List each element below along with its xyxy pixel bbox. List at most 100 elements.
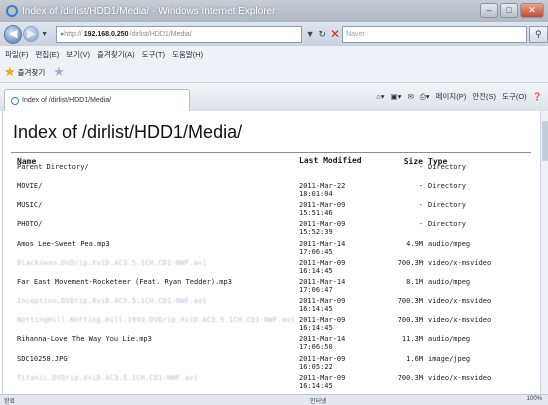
ie-logo-icon: [6, 5, 18, 17]
file-link[interactable]: SDC10258.JPG: [17, 355, 68, 363]
modified-time: 17:06:47: [299, 286, 333, 294]
page-title: Index of /dirlist/HDD1/Media/: [13, 122, 243, 142]
tab-current[interactable]: Index of /dirlist/HDD1/Media/: [4, 89, 190, 111]
zoom-level[interactable]: 100%: [527, 396, 542, 402]
security-zone: 인터넷: [310, 399, 327, 405]
type-cell: Directory: [428, 220, 466, 228]
address-host: 192.168.0.250: [83, 30, 129, 38]
file-link[interactable]: MOVIE/: [17, 182, 42, 190]
window-controls: – □ ✕: [480, 3, 544, 18]
modified-cell: 2011-Mar-09 15:51:46: [299, 201, 345, 217]
size-cell: 4.9M: [406, 240, 423, 248]
modified-date: 2011-Mar-14: [299, 335, 346, 343]
back-button[interactable]: ◀: [4, 24, 23, 44]
table-row: SDC10258.JPG 2011-Mar-09 16:05:22 1.6M image…: [17, 355, 537, 371]
type-cell: image/jpeg: [428, 355, 471, 363]
size-cell: -: [418, 220, 423, 228]
menu-view[interactable]: 보기(V): [66, 49, 90, 60]
tab-favicon-icon: [11, 96, 19, 105]
table-row: MOVIE/2011-Mar-22 18:01:04 - Directory: [17, 182, 537, 198]
add-favorite-icon[interactable]: ★: [53, 64, 65, 80]
modified-time: 15:51:46: [299, 209, 333, 217]
window-title: Index of /dirlist/HDD1/Media/ - Windows …: [22, 5, 276, 17]
vertical-scrollbar[interactable]: [540, 111, 548, 394]
modified-date: 2011-Mar-14: [299, 240, 346, 248]
modified-date: 2011-Mar-09: [299, 259, 346, 267]
modified-date: 2011-Mar-09: [299, 374, 346, 382]
address-row: ◀ ▶ ▼ ● http:// 192.168.0.250 /dirlist/H…: [0, 22, 548, 46]
table-row: PHOTO/2011-Mar-09 15:52:39 - Directory: [17, 220, 537, 236]
modified-cell: 2011-Mar-14 17:06:47: [299, 278, 345, 294]
tab-label: Index of /dirlist/HDD1/Media/: [22, 97, 112, 104]
address-bar[interactable]: ● http:// 192.168.0.250 /dirlist/HDD1/Me…: [56, 25, 302, 43]
page-menu[interactable]: 페이지(P): [436, 91, 467, 102]
file-link[interactable]: Inception.DVDrip.XviD.AC3.5.1CH.CD1-NWF.…: [17, 297, 207, 305]
size-cell: 1.6M: [406, 355, 423, 363]
size-cell: -: [418, 182, 423, 190]
modified-time: 17:06:45: [299, 248, 333, 256]
history-dropdown-icon[interactable]: ▼: [41, 31, 48, 38]
modified-time: 16:05:22: [299, 363, 333, 371]
type-cell: audio/mpeg: [428, 278, 471, 286]
forward-button[interactable]: ▶: [23, 26, 40, 42]
modified-cell: 2011-Mar-09 16:14:45: [299, 374, 345, 390]
print-icon[interactable]: ⎙▾: [420, 92, 430, 102]
stop-icon[interactable]: ✕: [330, 27, 340, 41]
favorites-star-icon[interactable]: ★: [4, 64, 16, 80]
address-path: /dirlist/HDD1/Media/: [129, 30, 192, 38]
modified-date: 2011-Mar-09: [299, 201, 346, 209]
page-content: Index of /dirlist/HDD1/Media/ Name Last …: [2, 111, 540, 394]
table-row: Amos Lee-Sweet Pea.mp3 2011-Mar-14 17:06:4…: [17, 240, 537, 256]
file-link[interactable]: Far East Movement-Rocketeer (Feat. Ryan …: [17, 278, 232, 286]
file-link[interactable]: Rihanna-Love The Way You Lie.mp3: [17, 335, 152, 343]
file-link[interactable]: Amos Lee-Sweet Pea.mp3: [17, 240, 110, 248]
type-cell: Directory: [428, 201, 466, 209]
address-scheme: http://: [64, 30, 82, 38]
type-cell: Directory: [428, 182, 466, 190]
modified-cell: 2011-Mar-09 16:14:45: [299, 297, 345, 313]
maximize-button[interactable]: □: [500, 3, 518, 18]
file-link[interactable]: Titanic.DVDrip.XviD.AC3.5.1CH.CD1-NWF.av…: [17, 374, 198, 382]
file-link[interactable]: NottingHill.Notting.Hill.1999.DVDrip.Xvi…: [17, 316, 295, 324]
modified-date: 2011-Mar-22: [299, 182, 346, 190]
help-icon[interactable]: ❓: [533, 92, 542, 101]
menu-edit[interactable]: 편집(E): [35, 49, 59, 60]
file-link[interactable]: MUSIC/: [17, 201, 42, 209]
refresh-icon[interactable]: ↻: [318, 29, 326, 40]
favorites-bar: ★ 즐겨찾기 ★: [0, 62, 548, 83]
scrollbar-thumb[interactable]: [542, 121, 548, 161]
type-cell: audio/mpeg: [428, 335, 471, 343]
modified-time: 16:14:45: [299, 382, 333, 390]
minimize-button[interactable]: –: [480, 3, 498, 18]
mail-icon[interactable]: ✉: [407, 92, 413, 101]
modified-cell: 2011-Mar-14 17:06:50: [299, 335, 345, 351]
file-link[interactable]: PHOTO/: [17, 220, 42, 228]
menu-file[interactable]: 파일(F): [5, 49, 28, 60]
favorites-button[interactable]: 즐겨찾기: [18, 67, 46, 78]
safety-menu[interactable]: 안전(S): [472, 91, 496, 102]
tools-menu[interactable]: 도구(O): [502, 91, 527, 102]
modified-cell: 2011-Mar-09 15:52:39: [299, 220, 345, 236]
type-cell: video/x-msvideo: [428, 374, 492, 382]
modified-cell: 2011-Mar-14 17:06:45: [299, 240, 345, 256]
search-icon[interactable]: ⚲: [528, 25, 548, 43]
address-dropdown-icon[interactable]: ▼: [306, 29, 315, 39]
close-button[interactable]: ✕: [520, 3, 544, 18]
menu-tools[interactable]: 도구(T): [142, 49, 165, 60]
size-cell: 700.3M: [397, 316, 423, 324]
search-input[interactable]: Naver: [342, 25, 527, 43]
modified-time: 17:06:50: [299, 343, 333, 351]
size-cell: 8.1M: [406, 278, 423, 286]
home-icon[interactable]: ⌂▾: [376, 92, 384, 101]
file-link[interactable]: Blackswan.DVDrip.XviD.AC3.5.1CH.CD1-NWF.…: [17, 259, 207, 267]
status-bar: 완료 인터넷 100%: [0, 394, 548, 405]
modified-date: 2011-Mar-09: [299, 316, 346, 324]
menu-bar: 파일(F) 편집(E) 보기(V) 즐겨찾기(A) 도구(T) 도움말(H): [0, 46, 548, 62]
file-link[interactable]: Parent Directory/: [17, 163, 89, 171]
table-row: Rihanna-Love The Way You Lie.mp3 2011-Mar…: [17, 335, 537, 351]
feeds-icon[interactable]: ▣▾: [391, 92, 402, 101]
type-cell: video/x-msvideo: [428, 259, 492, 267]
menu-help[interactable]: 도움말(H): [172, 49, 203, 60]
modified-date: 2011-Mar-09: [299, 297, 346, 305]
menu-favorites[interactable]: 즐겨찾기(A): [97, 49, 135, 60]
